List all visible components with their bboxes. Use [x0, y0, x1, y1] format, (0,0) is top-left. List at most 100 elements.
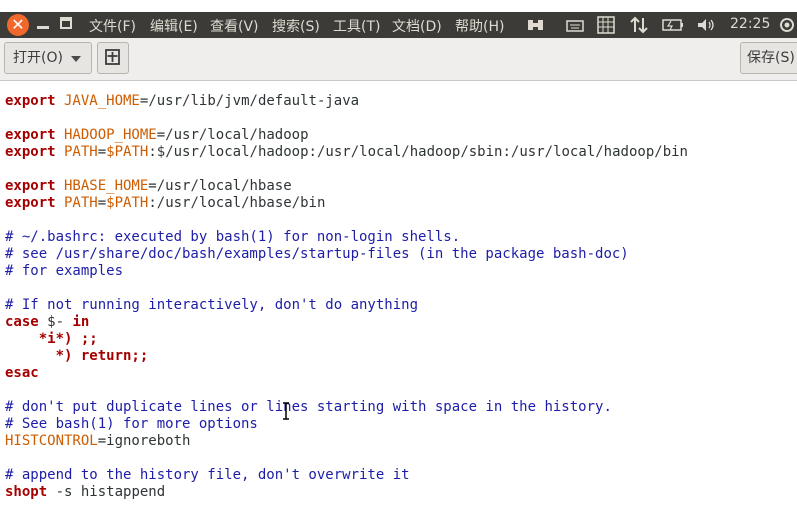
menu-edit[interactable]: 编辑(E): [150, 16, 198, 36]
code-token: usr: [156, 93, 183, 109]
code-line: ​: [5, 212, 688, 229]
code-token: hbase: [249, 178, 292, 194]
code-token: $PATH: [106, 144, 149, 160]
code-token: shopt: [5, 484, 48, 500]
code-token: =ignoreboth: [97, 433, 191, 449]
text-editor-area[interactable]: export JAVA_HOME=/usr/lib/jvm/default-ja…: [0, 81, 797, 522]
code-token: jvm: [224, 93, 250, 109]
code-token: /: [460, 144, 469, 160]
code-line: HISTCONTROL=ignoreboth: [5, 433, 688, 450]
code-content[interactable]: export JAVA_HOME=/usr/lib/jvm/default-ja…: [5, 93, 688, 501]
code-line: ​: [5, 110, 688, 127]
menu-view[interactable]: 查看(V): [210, 16, 259, 36]
clock[interactable]: 22:25: [730, 16, 770, 32]
code-line: # append to the history file, don't over…: [5, 467, 688, 484]
code-token: hadoop: [257, 127, 309, 143]
code-token: local: [553, 144, 596, 160]
code-line: export PATH=$PATH:$/usr/local/hadoop:/us…: [5, 144, 688, 161]
code-token: lib: [190, 93, 216, 109]
code-token: export: [5, 144, 56, 160]
menu-search[interactable]: 搜索(S): [272, 16, 320, 36]
code-line: ​: [5, 382, 688, 399]
code-token: hadoop: [603, 144, 655, 160]
code-token: in: [72, 314, 90, 330]
code-token: local: [359, 144, 402, 160]
code-token: =: [97, 195, 107, 211]
code-token: # See bash(1) for more options: [5, 416, 258, 432]
code-token: -s histappend: [47, 484, 166, 500]
code-token: *i*) ;;: [38, 331, 98, 347]
maximize-window-button[interactable]: [60, 17, 72, 29]
code-token: HISTCONTROL: [5, 433, 98, 449]
network-icon[interactable]: [630, 16, 648, 34]
code-token: /: [249, 127, 258, 143]
menu-documents[interactable]: 文档(D): [392, 16, 442, 36]
menu-tools[interactable]: 工具(T): [333, 16, 380, 36]
code-token: bin: [662, 144, 688, 160]
code-token: $PATH: [106, 195, 149, 211]
code-token: /: [595, 144, 604, 160]
code-token: :: [148, 144, 157, 160]
code-token: JAVA_HOME: [55, 93, 140, 109]
open-button[interactable]: 打开(O): [4, 42, 92, 74]
power-icon[interactable]: [778, 16, 796, 34]
code-line: # See bash(1) for more options: [5, 416, 688, 433]
code-token: :: [148, 195, 157, 211]
toolbar: 打开(O) 保存(S): [0, 38, 797, 81]
minimize-window-button[interactable]: [36, 18, 50, 32]
code-line: *i*) ;;: [5, 331, 688, 348]
code-token: /: [156, 195, 166, 211]
new-document-button[interactable]: [97, 42, 129, 74]
code-token: usr: [165, 178, 191, 194]
code-token: $/: [156, 144, 174, 160]
code-token: /: [544, 144, 554, 160]
menu-bar: ✕ 文件(F) 编辑(E) 查看(V) 搜索(S) 工具(T) 文档(D) 帮助…: [0, 12, 797, 38]
code-line: # don't put duplicate lines or lines sta…: [5, 399, 688, 416]
code-line: esac: [5, 365, 688, 382]
code-line: *) return;;: [5, 348, 688, 365]
code-token: hadoop: [409, 144, 461, 160]
code-token: # see /usr/share/doc/bash/examples/start…: [5, 246, 629, 262]
code-token: usr: [173, 127, 199, 143]
code-token: *) return;;: [55, 348, 149, 364]
code-line: export HBASE_HOME=/usr/local/hbase: [5, 178, 688, 195]
code-token: $-: [38, 314, 73, 330]
code-token: export: [5, 127, 56, 143]
code-line: shopt -s histappend: [5, 484, 688, 501]
new-document-icon: [105, 49, 120, 65]
code-token: # ~/.bashrc: executed by bash(1) for non…: [5, 229, 461, 245]
close-window-button[interactable]: ✕: [7, 14, 29, 36]
keyboard-layout-icon[interactable]: [597, 16, 615, 34]
code-token: /: [241, 195, 250, 211]
battery-icon[interactable]: [662, 16, 684, 34]
save-button[interactable]: 保存(S): [740, 42, 797, 74]
code-token: # append to the history file, don't over…: [5, 467, 410, 483]
open-label: 打开(O): [13, 50, 63, 66]
code-token: local: [207, 127, 250, 143]
menu-help[interactable]: 帮助(H): [455, 16, 504, 36]
save-label: 保存(S): [747, 50, 795, 66]
code-token: /: [148, 93, 157, 109]
volume-icon[interactable]: [696, 16, 716, 34]
switch-icon[interactable]: [527, 16, 545, 34]
code-token: HBASE_HOME: [55, 178, 149, 194]
code-token: case: [5, 314, 39, 330]
code-token: /: [241, 178, 250, 194]
code-token: =: [148, 178, 157, 194]
code-token: /: [291, 195, 301, 211]
code-token: =: [156, 127, 166, 143]
code-line: # see /usr/share/doc/bash/examples/start…: [5, 246, 688, 263]
menu-file[interactable]: 文件(F): [89, 16, 136, 36]
code-line: case $- in: [5, 314, 688, 331]
keyboard-icon[interactable]: [566, 16, 584, 34]
code-token: /: [190, 195, 199, 211]
code-token: /: [654, 144, 663, 160]
code-token: local: [207, 144, 250, 160]
code-token: export: [5, 93, 56, 109]
code-token: =: [97, 144, 107, 160]
code-token: /: [350, 144, 360, 160]
code-line: ​: [5, 450, 688, 467]
code-token: /: [156, 178, 166, 194]
